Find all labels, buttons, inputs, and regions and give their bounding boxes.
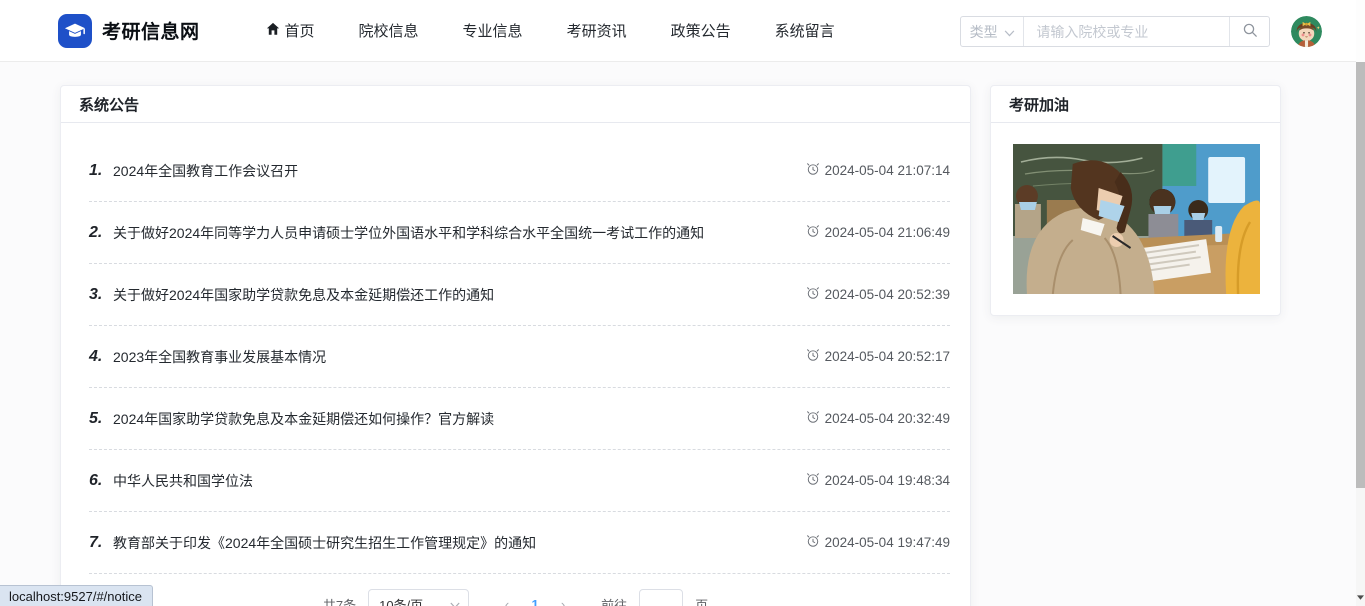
notice-timestamp: 2024-05-04 20:52:39: [806, 286, 950, 303]
notice-index: 3.: [89, 285, 103, 303]
notice-time-text: 2024-05-04 21:06:49: [824, 225, 950, 240]
notice-index: 1.: [89, 161, 103, 179]
clock-icon: [806, 286, 820, 303]
clock-icon: [806, 534, 820, 551]
notice-title-link[interactable]: 关于做好2024年同等学力人员申请硕士学位外国语水平和学科综合水平全国统一考试工…: [113, 223, 704, 243]
scrollbar-down-arrow[interactable]: [1356, 590, 1365, 604]
home-icon: [266, 22, 280, 40]
pagination-goto-input[interactable]: [639, 589, 684, 606]
notice-index: 5.: [89, 409, 103, 427]
brand-logo-link[interactable]: 考研信息网: [58, 13, 200, 48]
pagination-page-unit: 页: [695, 597, 709, 606]
notice-time-text: 2024-05-04 21:07:14: [824, 163, 950, 178]
top-navbar: 考研信息网 首页 院校信息 专业信息 考研资讯 政策公告 系统留言 类型 请输入…: [0, 0, 1356, 62]
main-nav: 首页 院校信息 专业信息 考研资讯 政策公告 系统留言: [266, 20, 835, 41]
notice-title-link[interactable]: 教育部关于印发《2024年全国硕士研究生招生工作管理规定》的通知: [113, 533, 536, 553]
notice-time-text: 2024-05-04 19:48:34: [824, 473, 950, 488]
nav-item[interactable]: 专业信息: [463, 20, 523, 41]
link-preview-statusbar: localhost:9527/#/notice: [0, 585, 153, 606]
page-size-select[interactable]: 10条/页: [368, 589, 470, 606]
notice-list: 1. 2024年全国教育工作会议召开 2024-05-04 21:07:14 2…: [61, 123, 970, 574]
pagination-bar: 共7条 10条/页 ‹ 1 › 前往 页: [61, 589, 970, 606]
nav-item[interactable]: 系统留言: [775, 20, 835, 41]
notice-panel-title: 系统公告: [79, 96, 140, 114]
brand-name: 考研信息网: [102, 22, 200, 43]
notice-time-text: 2024-05-04 19:47:49: [824, 535, 950, 550]
notice-list-item[interactable]: 6. 中华人民共和国学位法 2024-05-04 19:48:34: [61, 450, 970, 512]
notice-title-link[interactable]: 2024年全国教育工作会议召开: [113, 161, 298, 181]
chevron-down-icon: [450, 597, 460, 606]
notice-time-text: 2024-05-04 20:52:39: [824, 287, 950, 302]
svg-text:✦: ✦: [1316, 26, 1320, 32]
notice-index: 4.: [89, 347, 103, 365]
clock-icon: [806, 348, 820, 365]
pagination-total: 共7条: [322, 597, 357, 606]
clock-icon: [806, 162, 820, 179]
notice-title-link[interactable]: 关于做好2024年国家助学贷款免息及本金延期偿还工作的通知: [113, 285, 494, 305]
search-type-select[interactable]: 类型: [961, 17, 1025, 46]
notice-list-item[interactable]: 1. 2024年全国教育工作会议召开 2024-05-04 21:07:14: [61, 140, 970, 202]
clock-icon: [806, 410, 820, 427]
notice-panel: 系统公告 1. 2024年全国教育工作会议召开 2024-05-04 21:07…: [60, 85, 971, 606]
search-bar: 类型: [960, 16, 1270, 47]
notice-timestamp: 2024-05-04 20:52:17: [806, 348, 950, 365]
notice-time-text: 2024-05-04 20:52:17: [824, 349, 950, 364]
graduation-cap-icon: [58, 13, 92, 48]
browser-scrollbar: [1356, 0, 1365, 606]
notice-title-link[interactable]: 中华人民共和国学位法: [113, 471, 253, 491]
notice-timestamp: 2024-05-04 20:32:49: [806, 410, 950, 427]
clock-icon: [806, 224, 820, 241]
notice-title-link[interactable]: 2023年全国教育事业发展基本情况: [113, 347, 326, 367]
notice-list-item[interactable]: 5. 2024年国家助学贷款免息及本金延期偿还如何操作？官方解读 2024-05…: [61, 388, 970, 450]
notice-list-item[interactable]: 4. 2023年全国教育事业发展基本情况 2024-05-04 20:52:17: [61, 326, 970, 388]
user-avatar[interactable]: ✦: [1291, 16, 1322, 47]
nav-item[interactable]: 考研资讯: [567, 20, 627, 41]
scrollbar-track-top: [1356, 0, 1365, 62]
dashed-divider: [89, 573, 950, 574]
search-input[interactable]: [1024, 17, 1230, 46]
nav-item-label: 政策公告: [670, 23, 731, 40]
cheer-panel-title: 考研加油: [1009, 96, 1070, 114]
notice-panel-header: 系统公告: [61, 86, 970, 123]
link-preview-url: localhost:9527/#/notice: [9, 588, 142, 604]
pagination-goto-label: 前往: [601, 597, 628, 606]
nav-item[interactable]: 政策公告: [671, 20, 731, 41]
pager: ‹ 1 ›: [495, 591, 575, 606]
classroom-students-photo: [1013, 144, 1260, 294]
nav-items: 院校信息 专业信息 考研资讯 政策公告 系统留言: [359, 20, 835, 41]
notice-index: 6.: [89, 471, 103, 489]
nav-item-label: 首页: [284, 23, 315, 40]
nav-item-home[interactable]: 首页: [266, 20, 315, 41]
search-type-value: 类型: [969, 23, 998, 40]
pager-next-button[interactable]: ›: [551, 591, 575, 606]
notice-timestamp: 2024-05-04 19:48:34: [806, 472, 950, 489]
notice-timestamp: 2024-05-04 19:47:49: [806, 534, 950, 551]
notice-list-item[interactable]: 7. 教育部关于印发《2024年全国硕士研究生招生工作管理规定》的通知 2024…: [61, 512, 970, 574]
nav-item-label: 系统留言: [774, 23, 835, 40]
nav-item-label: 考研资讯: [566, 23, 627, 40]
notice-timestamp: 2024-05-04 21:07:14: [806, 162, 950, 179]
search-button[interactable]: [1229, 17, 1269, 46]
notice-title-link[interactable]: 2024年国家助学贷款免息及本金延期偿还如何操作？官方解读: [113, 409, 494, 429]
notice-time-text: 2024-05-04 20:32:49: [824, 411, 950, 426]
notice-list-item[interactable]: 2. 关于做好2024年同等学力人员申请硕士学位外国语水平和学科综合水平全国统一…: [61, 202, 970, 264]
notice-timestamp: 2024-05-04 21:06:49: [806, 224, 950, 241]
scrollbar-thumb[interactable]: [1356, 62, 1365, 488]
pager-page-1[interactable]: 1: [523, 591, 547, 606]
notice-index: 7.: [89, 533, 103, 551]
chevron-down-icon: [1004, 24, 1015, 40]
clock-icon: [806, 472, 820, 489]
cheer-panel-body: [991, 123, 1280, 315]
notice-list-item[interactable]: 3. 关于做好2024年国家助学贷款免息及本金延期偿还工作的通知 2024-05…: [61, 264, 970, 326]
cheer-panel-header: 考研加油: [991, 86, 1280, 123]
nav-item[interactable]: 院校信息: [359, 20, 419, 41]
nav-item-label: 院校信息: [358, 23, 419, 40]
cheer-panel: 考研加油: [990, 85, 1281, 316]
nav-item-label: 专业信息: [462, 23, 523, 40]
notice-index: 2.: [89, 223, 103, 241]
pager-prev-button[interactable]: ‹: [495, 591, 519, 606]
page-size-value: 10条/页: [379, 597, 424, 606]
search-icon: [1242, 22, 1258, 41]
